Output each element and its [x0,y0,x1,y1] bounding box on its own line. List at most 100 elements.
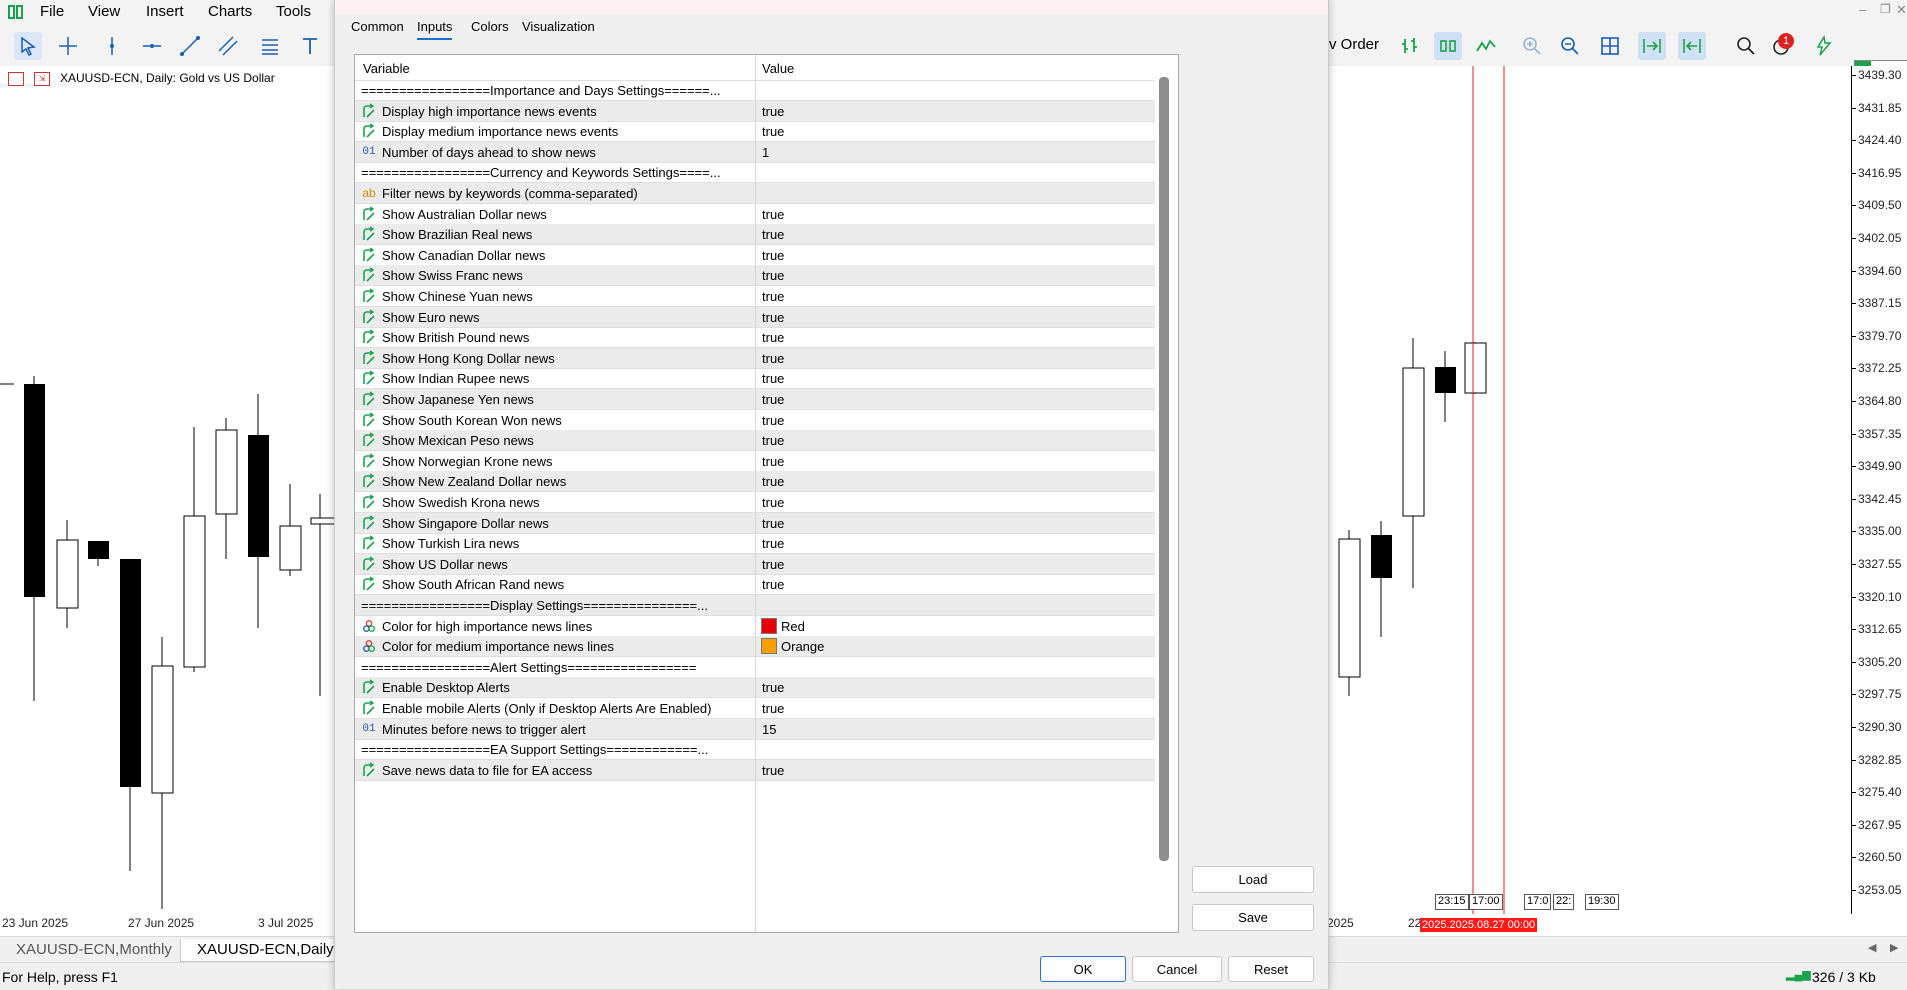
price-label: 3260.50 [1851,850,1902,865]
candle [1338,538,1361,678]
price-label: 3253.05 [1851,883,1902,897]
channel-tool-icon[interactable] [214,32,242,60]
price-label: 3275.40 [1851,785,1902,800]
restore-icon[interactable]: ❐ [1880,2,1891,16]
input-value[interactable]: Orange [781,639,824,654]
price-label: 3312.65 [1851,622,1902,637]
candlestick-chart-icon[interactable] [1434,32,1462,60]
boolean-param-icon [361,432,377,448]
zoom-out-icon[interactable] [1556,32,1584,60]
tabs-scroll-right-icon[interactable]: ▶ [1890,941,1898,954]
input-value[interactable]: true [762,330,784,345]
color-swatch[interactable] [761,617,777,634]
candle [279,525,302,571]
search-icon[interactable] [1732,32,1760,60]
time-marker: 23:15 [1435,894,1469,910]
tab-inputs[interactable]: Inputs [417,19,453,40]
menu-insert[interactable]: Insert [146,3,184,20]
chart-shift-icon[interactable] [1678,32,1706,60]
fibonacci-tool-icon[interactable] [256,32,284,60]
grid-scrollbar[interactable] [1159,77,1169,861]
text-tool-icon[interactable] [296,32,324,60]
input-value[interactable]: true [762,474,784,489]
menu-charts[interactable]: Charts [208,3,252,20]
tab-colors[interactable]: Colors [471,19,509,34]
line-chart-icon[interactable] [1472,32,1500,60]
minimize-icon[interactable]: – [1859,2,1866,17]
input-value[interactable]: true [762,207,784,222]
menu-tools[interactable]: Tools [276,3,311,20]
input-value[interactable]: true [762,104,784,119]
indicator-icon: ⇲ [34,72,50,86]
reset-button[interactable]: Reset [1228,956,1314,982]
time-marker: 17:00 [1469,894,1503,910]
cancel-button[interactable]: Cancel [1132,956,1222,982]
tile-windows-icon[interactable] [1596,32,1624,60]
price-label: 3282.85 [1851,752,1902,767]
boolean-param-icon [361,267,377,283]
boolean-param-icon [361,350,377,366]
input-value[interactable]: true [762,557,784,572]
input-value[interactable]: true [762,577,784,592]
input-value[interactable]: true [762,680,784,695]
input-variable-name: Display medium importance news events [382,124,619,140]
chart-area-right[interactable] [1327,66,1851,914]
column-value: Value [762,61,795,76]
candle [1402,367,1425,517]
input-value[interactable]: true [762,701,784,716]
input-value[interactable]: true [762,351,784,366]
menu-view[interactable]: View [88,3,120,20]
input-value[interactable]: true [762,227,784,242]
cursor-tool-icon[interactable] [14,32,42,60]
ok-button[interactable]: OK [1040,956,1126,982]
input-value[interactable]: true [762,268,784,283]
color-swatch[interactable] [761,638,777,655]
boolean-param-icon [361,206,377,222]
input-value[interactable]: 1 [762,145,769,160]
input-value[interactable]: true [762,516,784,531]
zoom-in-icon[interactable] [1518,32,1546,60]
input-variable-name: Show Swiss Franc news [382,268,523,284]
input-value[interactable]: Red [781,619,805,634]
vertical-line-tool-icon[interactable] [98,32,126,60]
input-value[interactable]: true [762,495,784,510]
auto-scroll-icon[interactable] [1638,32,1666,60]
input-value[interactable]: true [762,371,784,386]
trend-line-tool-icon[interactable] [176,32,204,60]
horizontal-line-tool-icon[interactable] [138,32,166,60]
input-value[interactable]: true [762,413,784,428]
load-button[interactable]: Load [1192,866,1314,893]
input-value[interactable]: true [762,248,784,263]
boolean-param-icon [361,535,377,551]
tab-common[interactable]: Common [351,19,404,34]
crosshair-tool-icon[interactable] [54,32,82,60]
input-variable-name: =================Display Settings=======… [361,598,708,613]
input-variable-name: Show US Dollar news [382,556,508,572]
input-value[interactable]: true [762,763,784,778]
save-button[interactable]: Save [1192,904,1314,931]
input-value[interactable]: true [762,289,784,304]
input-value[interactable]: true [762,433,784,448]
price-label: 3320.10 [1851,589,1902,604]
date-label: 3 Jul 2025 [258,916,314,930]
input-value[interactable]: true [762,310,784,325]
input-value[interactable]: true [762,124,784,139]
close-icon[interactable]: ✕ [1896,2,1907,18]
bar-chart-icon[interactable] [1396,32,1424,60]
price-label: 3297.75 [1851,687,1902,702]
price-scale[interactable]: 3439.30 3431.85 3424.40 3416.95 3409.50 3402.… [1851,66,1907,914]
input-value[interactable]: true [762,454,784,469]
input-variable-name: Number of days ahead to show news [382,144,596,160]
menu-file[interactable]: File [40,3,64,20]
tab-visualization[interactable]: Visualization [522,19,595,34]
tab-xauusd-daily[interactable]: XAUUSD-ECN,Daily [180,939,351,962]
tab-xauusd-monthly[interactable]: XAUUSD-ECN,Monthly [0,939,188,961]
input-value[interactable]: 15 [762,722,776,737]
new-order-button[interactable]: v Order [1329,36,1379,53]
chart-area-left[interactable]: ⇲ XAUUSD-ECN, Daily: Gold vs US Dollar [0,66,336,936]
input-value[interactable]: true [762,392,784,407]
input-value[interactable]: true [762,536,784,551]
tabs-scroll-left-icon[interactable]: ◀ [1868,941,1876,954]
input-variable-name: Show Indian Rupee news [382,371,530,387]
signal-level-icon[interactable] [1810,32,1838,60]
